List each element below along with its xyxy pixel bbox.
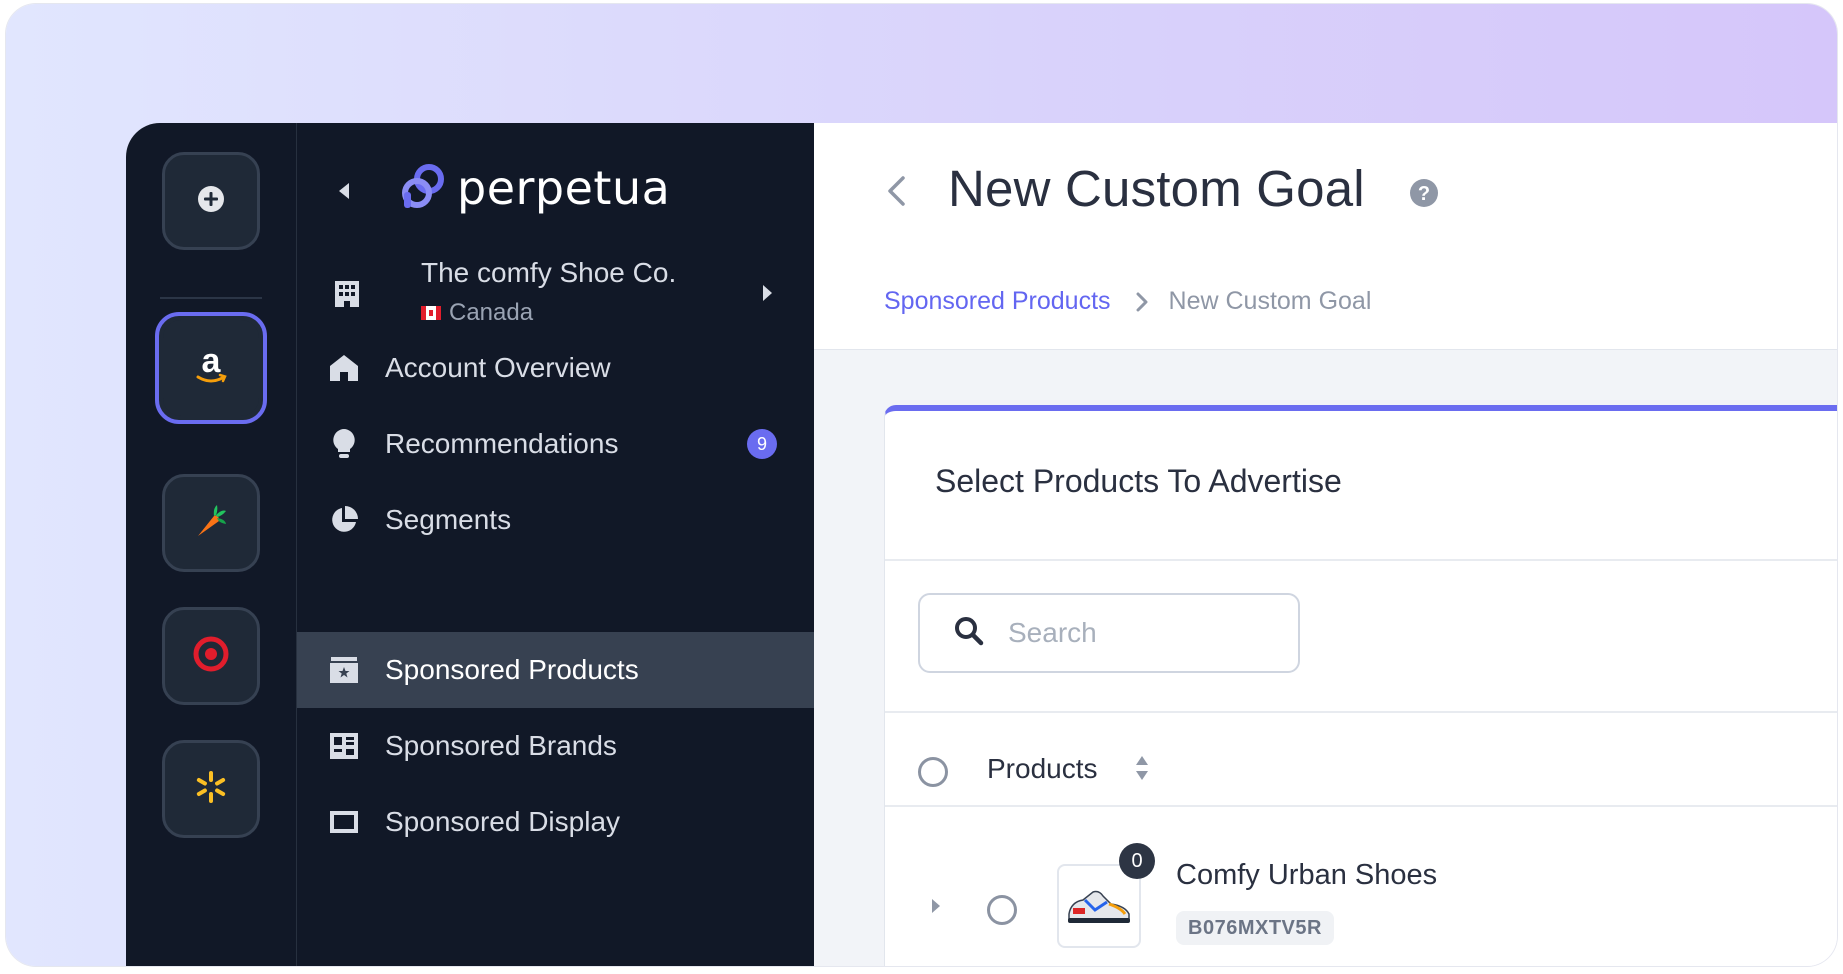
- account-country-label: Canada: [449, 299, 534, 326]
- shoe-image: [1068, 890, 1130, 923]
- display-icon: [327, 805, 361, 839]
- chevron-right-icon: [1135, 291, 1149, 313]
- perpetua-logo[interactable]: perpetua: [401, 161, 670, 215]
- carrot-icon: [192, 502, 230, 545]
- instacart-marketplace-button[interactable]: [162, 474, 260, 572]
- nav-label: Account Overview: [385, 352, 611, 383]
- canada-flag-icon: [421, 306, 441, 320]
- plus-circle-icon: [196, 184, 226, 219]
- account-country: Canada: [421, 299, 533, 327]
- store-icon: [327, 653, 361, 687]
- page-header: New Custom Goal ? Sponsored Products New…: [814, 123, 1837, 350]
- lightbulb-icon: [327, 427, 361, 461]
- products-column-header[interactable]: Products: [987, 753, 1098, 785]
- amazon-marketplace-button[interactable]: a: [155, 312, 267, 424]
- select-products-card: Select Products To Advertise Products: [884, 405, 1837, 966]
- collapse-sidebar-icon[interactable]: [337, 181, 351, 206]
- main-content: New Custom Goal ? Sponsored Products New…: [814, 123, 1837, 966]
- nav-label: Segments: [385, 504, 512, 535]
- logo-text: perpetua: [457, 161, 671, 215]
- svg-text:a: a: [202, 344, 222, 380]
- app-window: a perpetua The comfy Shoe Co. Canada Acc…: [126, 123, 1837, 966]
- select-all-radio[interactable]: [918, 757, 948, 787]
- rail-divider: [160, 297, 262, 299]
- amazon-icon: a: [191, 342, 231, 393]
- sort-icon[interactable]: [1135, 755, 1149, 786]
- breadcrumb: Sponsored Products New Custom Goal: [884, 287, 1371, 316]
- add-marketplace-button[interactable]: [162, 152, 260, 250]
- nav-label: Recommendations: [385, 428, 619, 459]
- nav-item-sponsored-products[interactable]: Sponsored Products: [297, 632, 814, 708]
- nav-label: Sponsored Products: [385, 654, 639, 685]
- card-divider: [885, 805, 1837, 807]
- brands-grid-icon: [327, 729, 361, 763]
- back-chevron-icon[interactable]: [886, 175, 906, 212]
- product-count-badge: 0: [1119, 843, 1155, 879]
- navigation-sidebar: perpetua The comfy Shoe Co. Canada Accou…: [297, 123, 814, 966]
- screenshot-frame: a perpetua The comfy Shoe Co. Canada Acc…: [6, 4, 1837, 966]
- breadcrumb-current: New Custom Goal: [1168, 287, 1372, 315]
- product-select-radio[interactable]: [987, 895, 1017, 925]
- nav-label: Sponsored Display: [385, 806, 621, 837]
- nav-item-segments[interactable]: Segments: [297, 476, 814, 564]
- home-icon: [327, 351, 361, 385]
- pie-chart-icon: [327, 503, 361, 537]
- marketplace-rail: a: [126, 123, 297, 966]
- walmart-marketplace-button[interactable]: [162, 740, 260, 838]
- card-divider: [885, 559, 1837, 561]
- help-icon[interactable]: ?: [1409, 178, 1439, 213]
- search-icon: [954, 616, 984, 651]
- card-title: Select Products To Advertise: [935, 463, 1342, 499]
- product-search-box[interactable]: [918, 593, 1300, 673]
- walmart-spark-icon: [193, 769, 229, 810]
- recommendations-count-badge: 9: [747, 429, 777, 459]
- search-input[interactable]: [1006, 616, 1270, 650]
- page-title: New Custom Goal: [948, 160, 1365, 217]
- building-icon: [333, 279, 361, 314]
- nav-label: Sponsored Brands: [385, 730, 617, 761]
- target-marketplace-button[interactable]: [162, 607, 260, 705]
- caret-right-icon: [761, 283, 773, 308]
- nav-item-sponsored-brands[interactable]: Sponsored Brands: [297, 708, 814, 784]
- product-name: Comfy Urban Shoes: [1176, 859, 1438, 891]
- card-divider: [885, 711, 1837, 713]
- expand-row-icon[interactable]: [930, 897, 942, 920]
- breadcrumb-link-sponsored-products[interactable]: Sponsored Products: [884, 287, 1111, 316]
- target-icon: [192, 635, 230, 678]
- nav-item-account-overview[interactable]: Account Overview: [297, 324, 814, 412]
- svg-text:?: ?: [1418, 183, 1430, 205]
- account-name: The comfy Shoe Co.: [421, 257, 677, 288]
- product-asin-tag: B076MXTV5R: [1176, 911, 1334, 945]
- nav-item-recommendations[interactable]: Recommendations 9: [297, 400, 814, 488]
- nav-item-sponsored-display[interactable]: Sponsored Display: [297, 784, 814, 860]
- perpetua-logo-icon: [401, 162, 449, 215]
